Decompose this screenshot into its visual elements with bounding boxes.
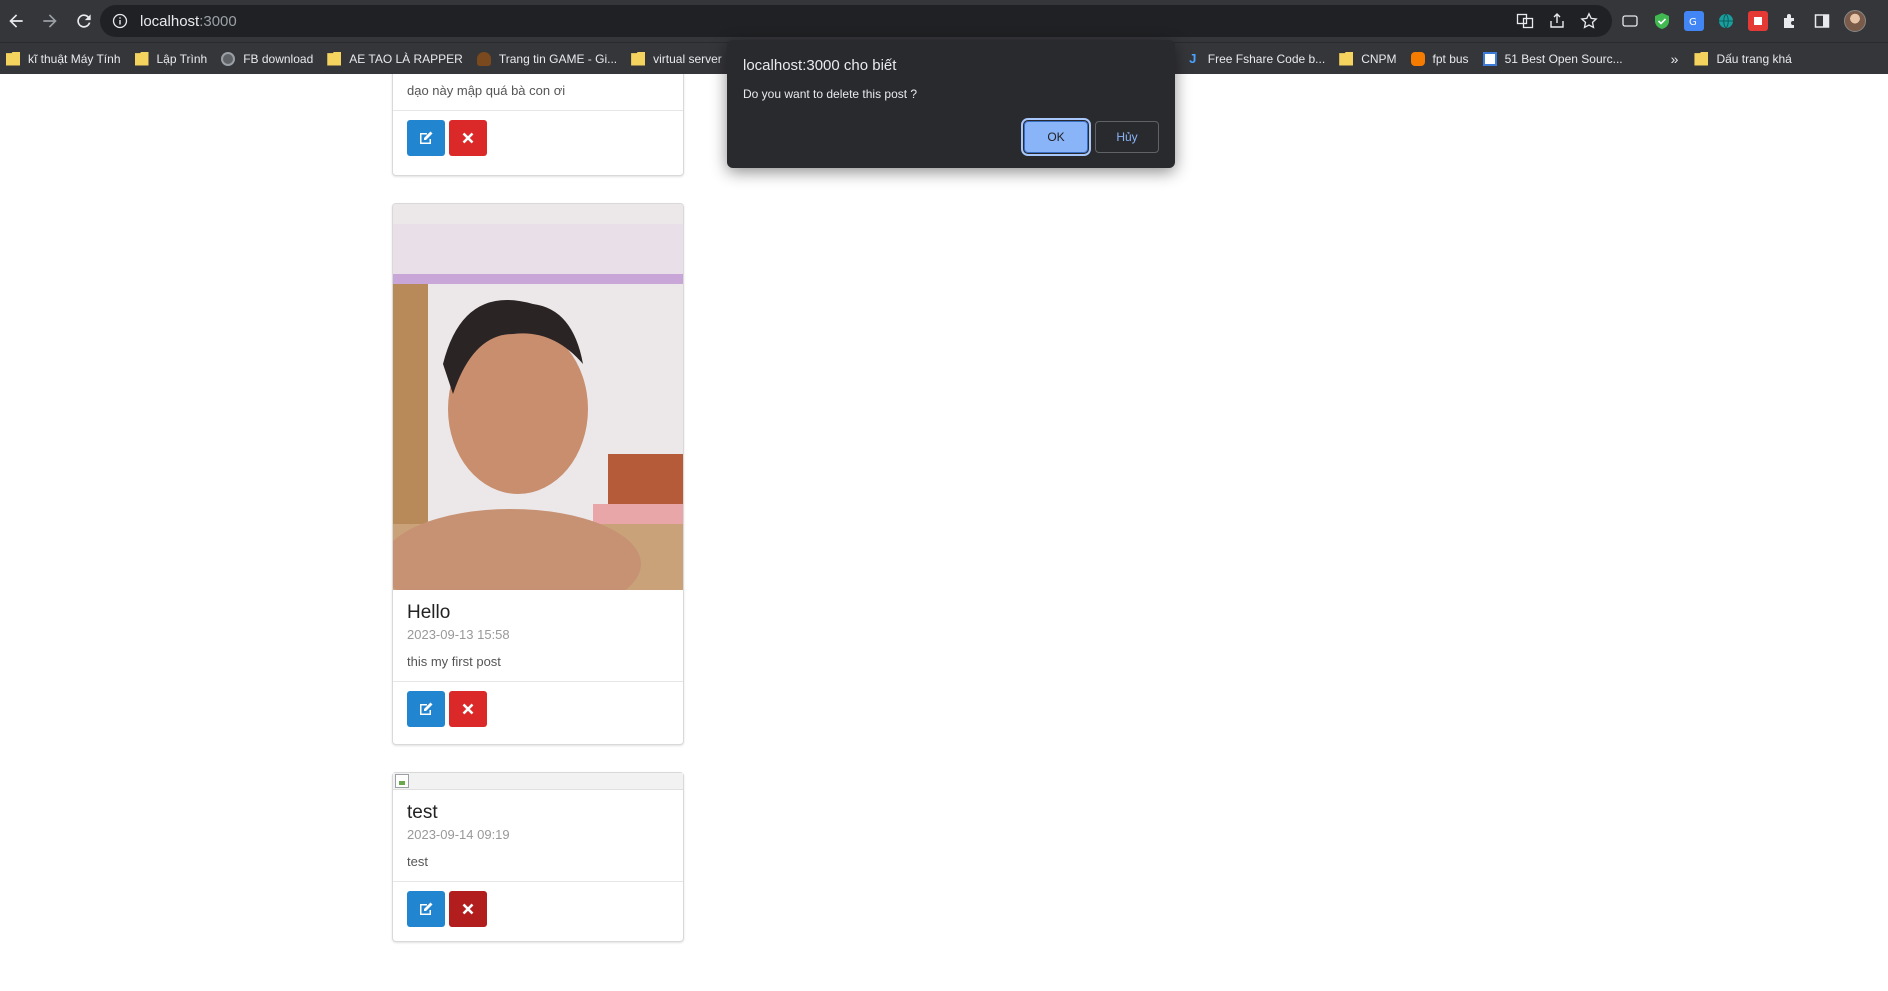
edit-icon (420, 902, 433, 915)
site-icon (1482, 51, 1497, 66)
profile-avatar[interactable] (1844, 10, 1866, 32)
edit-post-button[interactable] (407, 691, 445, 727)
close-icon (462, 132, 474, 144)
arrow-right-icon (43, 14, 57, 28)
post-date: 2023-09-14 09:19 (407, 827, 510, 842)
star-icon[interactable] (1580, 12, 1598, 30)
post-content: test (407, 854, 428, 869)
reader-mode-icon[interactable] (1620, 11, 1640, 31)
browser-toolbar: localhost:3000 G (0, 0, 1888, 42)
bookmark-label: Free Fshare Code b... (1207, 51, 1326, 66)
bus-icon (1410, 51, 1425, 66)
game-site-icon (476, 51, 491, 66)
folder-icon (1694, 51, 1709, 66)
confirm-dialog: localhost:3000 cho biết Do you want to d… (727, 40, 1175, 168)
bookmark-item[interactable]: J Free Fshare Code b... (1180, 47, 1333, 71)
bookmark-label: Trang tin GAME - Gi... (498, 51, 618, 66)
edit-post-button[interactable] (407, 891, 445, 927)
bookmark-item[interactable]: Trang tin GAME - Gi... (471, 47, 625, 71)
bookmark-label: FB download (243, 51, 314, 66)
broken-image (393, 773, 683, 790)
dialog-message: Do you want to delete this post ? (743, 87, 918, 101)
close-icon (462, 903, 474, 915)
j-site-icon: J (1189, 50, 1197, 66)
edit-post-button[interactable] (407, 120, 445, 156)
bookmark-label: CNPM (1361, 51, 1397, 66)
bookmark-label: AE TAO LÀ RAPPER (349, 51, 463, 66)
bookmark-item[interactable]: 51 Best Open Sourc... (1477, 47, 1631, 71)
broken-image-icon (395, 774, 409, 788)
reload-button[interactable] (68, 5, 100, 37)
post-card: test 2023-09-14 09:19 test (392, 772, 684, 942)
bookmark-item[interactable]: virtual server (625, 47, 730, 71)
post-content: this my first post (407, 654, 501, 669)
bookmark-label: Dấu trang khá (1716, 51, 1792, 66)
bookmark-label: virtual server (653, 51, 722, 66)
post-content: dạo này mập quá bà con ơi (407, 83, 566, 98)
delete-post-button[interactable] (449, 120, 487, 156)
folder-icon (1339, 51, 1354, 66)
svg-text:G: G (1689, 17, 1697, 28)
folder-icon (327, 51, 342, 66)
reload-icon (77, 14, 91, 28)
arrow-left-icon (9, 14, 23, 28)
google-translate-icon[interactable]: G (1684, 11, 1704, 31)
close-icon (462, 703, 474, 715)
url-port: :3000 (199, 12, 237, 30)
delete-post-button[interactable] (449, 891, 487, 927)
url-text[interactable]: localhost:3000 (140, 13, 237, 30)
page-content: dạo này mập quá bà con ơi Hello 2023-09-… (0, 74, 1888, 991)
post-card: Hello 2023-09-13 15:58 this my first pos… (392, 203, 684, 745)
info-icon[interactable] (112, 13, 128, 29)
share-icon[interactable] (1548, 12, 1566, 30)
folder-icon (631, 51, 646, 66)
cancel-button[interactable]: Hủy (1095, 121, 1159, 153)
shield-icon[interactable] (1652, 11, 1672, 31)
red-extension-icon[interactable] (1748, 11, 1768, 31)
globe-extension-icon[interactable] (1716, 11, 1736, 31)
side-panel-icon[interactable] (1812, 11, 1832, 31)
edit-icon (420, 702, 433, 715)
edit-icon (420, 131, 433, 144)
post-card: dạo này mập quá bà con ơi (392, 74, 684, 176)
post-title: test (407, 802, 438, 823)
post-title: Hello (407, 602, 451, 623)
ok-button[interactable]: OK (1021, 118, 1091, 156)
back-button[interactable] (0, 5, 32, 37)
bookmark-item[interactable]: AE TAO LÀ RAPPER (321, 47, 471, 71)
bookmark-item[interactable]: Lập Trình (129, 47, 216, 71)
bookmark-label: fpt bus (1432, 51, 1469, 66)
translate-icon[interactable] (1516, 12, 1534, 30)
bookmark-label: kĩ thuật Máy Tính (28, 51, 121, 66)
folder-icon (134, 51, 149, 66)
post-date: 2023-09-13 15:58 (407, 627, 510, 642)
bookmark-label: Lập Trình (156, 51, 208, 66)
bookmark-item[interactable]: CNPM (1333, 47, 1404, 71)
bookmark-label: 51 Best Open Sourc... (1504, 51, 1623, 66)
address-bar[interactable]: localhost:3000 (100, 5, 1612, 37)
post-image (393, 204, 683, 590)
globe-icon (221, 51, 236, 66)
bookmark-item[interactable]: FB download (215, 47, 321, 71)
other-bookmarks-item[interactable]: Dấu trang khá (1688, 47, 1799, 71)
url-host: localhost (140, 12, 200, 30)
puzzle-icon[interactable] (1780, 11, 1800, 31)
dialog-title: localhost:3000 cho biết (743, 57, 897, 74)
bookmark-item[interactable]: kĩ thuật Máy Tính (0, 47, 129, 71)
delete-post-button[interactable] (449, 691, 487, 727)
forward-button[interactable] (34, 5, 66, 37)
bookmark-item[interactable]: fpt bus (1405, 47, 1477, 71)
bookmarks-overflow-button[interactable]: » (1671, 51, 1679, 67)
folder-icon (6, 51, 20, 66)
